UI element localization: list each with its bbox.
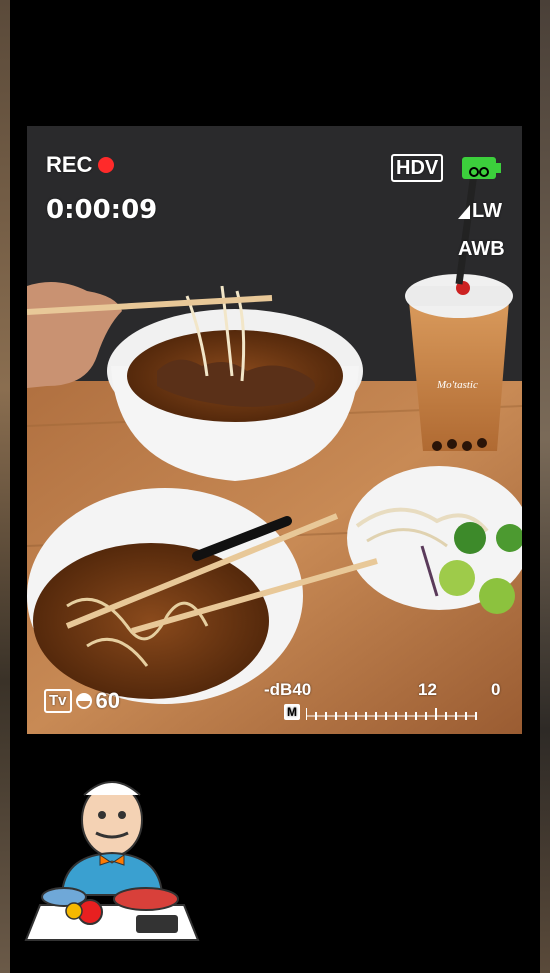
audio-db-label: -dB40 [264,680,312,699]
wb-triangle-icon [458,204,470,219]
awb-label: AWB [458,238,505,260]
audio-db-mid: 12 [418,680,437,699]
meter-ticks [306,708,477,720]
rec-indicator: REC [46,152,115,178]
audio-level-meter: M [284,702,504,724]
cup-logo-text: Mo'tastic [436,379,478,391]
left-edge-strip [0,0,10,973]
timecode: 0:00:09 [46,195,158,225]
meter-badge: M [284,704,300,720]
white-balance-mode: LW [458,200,502,223]
shutter-indicator: Tv 60 [44,688,120,714]
chef-cooking-icon [24,781,200,941]
wb-mode-label: LW [472,200,502,222]
battery-icon [462,157,501,179]
shutter-icon [75,693,92,709]
rec-label: REC [46,152,93,177]
tv-label: Tv [44,689,72,713]
audio-db-max: 0 [491,680,501,699]
shutter-value: 60 [95,688,120,713]
right-edge-strip [540,0,550,973]
recording-dot-icon [98,157,115,173]
format-badge: HDV [391,154,444,182]
bubble-tea-cup [409,301,509,451]
